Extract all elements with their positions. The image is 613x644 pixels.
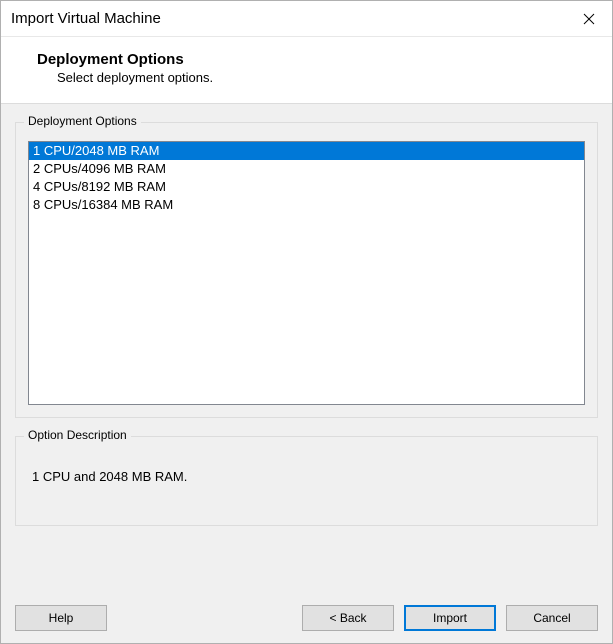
titlebar: Import Virtual Machine [1,1,612,37]
close-icon [583,13,595,25]
deployment-options-group: Deployment Options 1 CPU/2048 MB RAM2 CP… [15,122,598,418]
content-area: Deployment Options 1 CPU/2048 MB RAM2 CP… [1,103,612,595]
wizard-header: Deployment Options Select deployment opt… [1,37,612,103]
close-button[interactable] [566,1,612,37]
option-description-group-label: Option Description [24,428,131,442]
option-description-group: Option Description 1 CPU and 2048 MB RAM… [15,436,598,526]
button-bar: Help < Back Import Cancel [1,595,612,643]
deployment-options-listbox[interactable]: 1 CPU/2048 MB RAM2 CPUs/4096 MB RAM4 CPU… [28,141,585,405]
list-item[interactable]: 1 CPU/2048 MB RAM [29,142,584,160]
dialog-window: Import Virtual Machine Deployment Option… [0,0,613,644]
window-title: Import Virtual Machine [11,10,566,27]
list-item[interactable]: 8 CPUs/16384 MB RAM [29,196,584,214]
back-button[interactable]: < Back [302,605,394,631]
import-button[interactable]: Import [404,605,496,631]
deployment-options-group-label: Deployment Options [24,114,141,128]
help-button[interactable]: Help [15,605,107,631]
list-item[interactable]: 2 CPUs/4096 MB RAM [29,160,584,178]
option-description-text: 1 CPU and 2048 MB RAM. [28,455,585,488]
cancel-button[interactable]: Cancel [506,605,598,631]
page-subtitle: Select deployment options. [37,70,592,85]
list-item[interactable]: 4 CPUs/8192 MB RAM [29,178,584,196]
page-title: Deployment Options [37,51,592,68]
